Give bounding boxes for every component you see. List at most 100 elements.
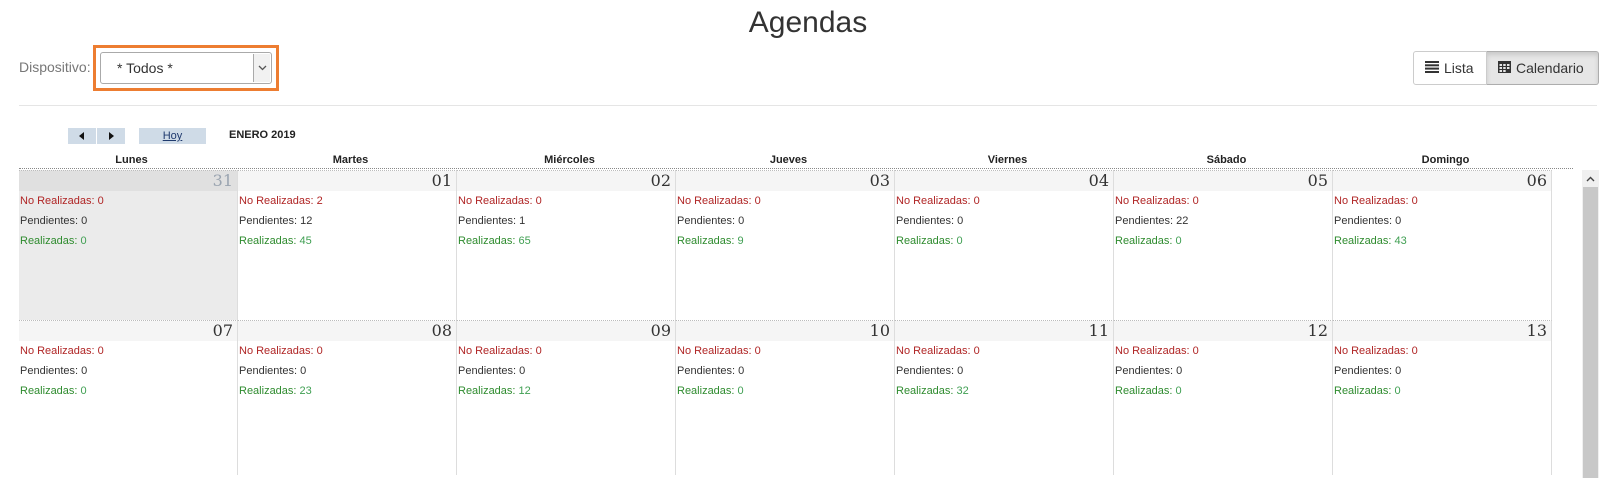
no-realizadas-label: No Realizadas:	[20, 345, 95, 357]
day-cell[interactable]: 11 No Realizadas: 0 Pendientes: 0 Realizadas:…	[895, 320, 1114, 475]
day-cell[interactable]: 05 No Realizadas: 0 Pendientes: 22 Realizadas…	[1114, 170, 1333, 325]
realizadas-stat[interactable]: Realizadas: 12	[457, 381, 675, 401]
realizadas-label: Realizadas:	[677, 235, 735, 247]
scrollbar-thumb[interactable]	[1583, 187, 1598, 478]
pendientes-stat[interactable]: Pendientes: 0	[895, 361, 1113, 381]
realizadas-stat[interactable]: Realizadas: 0	[1114, 231, 1332, 251]
today-button[interactable]: Hoy	[139, 128, 206, 144]
pendientes-label: Pendientes:	[20, 365, 79, 377]
day-number[interactable]: 06	[1333, 171, 1551, 191]
pendientes-stat[interactable]: Pendientes: 0	[676, 361, 894, 381]
pendientes-value: 12	[300, 215, 313, 227]
pendientes-label: Pendientes:	[896, 365, 955, 377]
day-number[interactable]: 05	[1114, 171, 1332, 191]
pendientes-stat[interactable]: Pendientes: 0	[19, 361, 237, 381]
pendientes-stat[interactable]: Pendientes: 0	[1333, 361, 1551, 381]
day-number[interactable]: 04	[895, 171, 1113, 191]
no-realizadas-stat[interactable]: No Realizadas: 0	[895, 341, 1113, 361]
day-cell[interactable]: 02 No Realizadas: 0 Pendientes: 1 Realizadas:…	[457, 170, 676, 325]
no-realizadas-label: No Realizadas:	[1334, 195, 1409, 207]
realizadas-value: 0	[956, 235, 963, 247]
no-realizadas-stat[interactable]: No Realizadas: 0	[1333, 341, 1551, 361]
pendientes-stat[interactable]: Pendientes: 0	[895, 211, 1113, 231]
pendientes-stat[interactable]: Pendientes: 0	[457, 361, 675, 381]
realizadas-value: 65	[518, 235, 531, 247]
calendar-icon	[1498, 60, 1511, 76]
no-realizadas-stat[interactable]: No Realizadas: 0	[895, 191, 1113, 211]
day-cell[interactable]: 31 No Realizadas: 0 Pendientes: 0 Realizadas:…	[19, 170, 238, 325]
day-number[interactable]: 02	[457, 171, 675, 191]
realizadas-value: 12	[518, 385, 531, 397]
calendar-week: 31 No Realizadas: 0 Pendientes: 0 Realizadas:…	[19, 170, 1573, 325]
realizadas-stat[interactable]: Realizadas: 0	[1114, 381, 1332, 401]
calendar-scrollbar[interactable]	[1582, 170, 1599, 478]
no-realizadas-stat[interactable]: No Realizadas: 0	[1114, 341, 1332, 361]
pendientes-stat[interactable]: Pendientes: 22	[1114, 211, 1332, 231]
no-realizadas-stat[interactable]: No Realizadas: 0	[19, 191, 237, 211]
day-cell[interactable]: 10 No Realizadas: 0 Pendientes: 0 Realizadas:…	[676, 320, 895, 475]
day-number[interactable]: 03	[676, 171, 894, 191]
no-realizadas-stat[interactable]: No Realizadas: 0	[676, 341, 894, 361]
realizadas-stat[interactable]: Realizadas: 43	[1333, 231, 1551, 251]
day-cell[interactable]: 13 No Realizadas: 0 Pendientes: 0 Realizadas:…	[1333, 320, 1552, 475]
realizadas-stat[interactable]: Realizadas: 23	[238, 381, 456, 401]
calendar-view-button[interactable]: Calendario	[1487, 51, 1599, 85]
pendientes-stat[interactable]: Pendientes: 0	[1333, 211, 1551, 231]
no-realizadas-stat[interactable]: No Realizadas: 2	[238, 191, 456, 211]
day-cell[interactable]: 08 No Realizadas: 0 Pendientes: 0 Realizadas:…	[238, 320, 457, 475]
day-cell[interactable]: 07 No Realizadas: 0 Pendientes: 0 Realizadas:…	[19, 320, 238, 475]
weekday-lunes: Lunes	[115, 154, 148, 166]
next-month-button[interactable]	[97, 128, 126, 144]
day-number[interactable]: 11	[895, 321, 1113, 341]
day-cell[interactable]: 06 No Realizadas: 0 Pendientes: 0 Realizadas:…	[1333, 170, 1552, 325]
realizadas-stat[interactable]: Realizadas: 0	[676, 381, 894, 401]
realizadas-label: Realizadas:	[896, 235, 954, 247]
list-view-button[interactable]: Lista	[1413, 51, 1487, 85]
realizadas-stat[interactable]: Realizadas: 9	[676, 231, 894, 251]
day-number[interactable]: 07	[19, 321, 237, 341]
realizadas-stat[interactable]: Realizadas: 65	[457, 231, 675, 251]
pendientes-stat[interactable]: Pendientes: 0	[1114, 361, 1332, 381]
pendientes-stat[interactable]: Pendientes: 0	[19, 211, 237, 231]
day-cell[interactable]: 01 No Realizadas: 2 Pendientes: 12 Realizadas…	[238, 170, 457, 325]
day-number[interactable]: 08	[238, 321, 456, 341]
realizadas-stat[interactable]: Realizadas: 0	[19, 381, 237, 401]
realizadas-label: Realizadas:	[1334, 385, 1392, 397]
day-number[interactable]: 09	[457, 321, 675, 341]
day-cell[interactable]: 12 No Realizadas: 0 Pendientes: 0 Realizadas:…	[1114, 320, 1333, 475]
pendientes-stat[interactable]: Pendientes: 0	[238, 361, 456, 381]
pendientes-stat[interactable]: Pendientes: 0	[676, 211, 894, 231]
realizadas-stat[interactable]: Realizadas: 0	[1333, 381, 1551, 401]
no-realizadas-stat[interactable]: No Realizadas: 0	[1114, 191, 1332, 211]
realizadas-stat[interactable]: Realizadas: 45	[238, 231, 456, 251]
no-realizadas-stat[interactable]: No Realizadas: 0	[19, 341, 237, 361]
pendientes-stat[interactable]: Pendientes: 12	[238, 211, 456, 231]
prev-month-button[interactable]	[68, 128, 97, 144]
realizadas-stat[interactable]: Realizadas: 32	[895, 381, 1113, 401]
day-cell[interactable]: 04 No Realizadas: 0 Pendientes: 0 Realizadas:…	[895, 170, 1114, 325]
day-number[interactable]: 13	[1333, 321, 1551, 341]
no-realizadas-stat[interactable]: No Realizadas: 0	[1333, 191, 1551, 211]
triangle-right-icon	[108, 127, 114, 145]
no-realizadas-value: 0	[973, 195, 980, 207]
no-realizadas-stat[interactable]: No Realizadas: 0	[238, 341, 456, 361]
no-realizadas-stat[interactable]: No Realizadas: 0	[457, 191, 675, 211]
realizadas-stat[interactable]: Realizadas: 0	[19, 231, 237, 251]
day-number[interactable]: 12	[1114, 321, 1332, 341]
realizadas-label: Realizadas:	[1115, 385, 1173, 397]
day-number[interactable]: 31	[19, 171, 237, 191]
chevron-down-icon[interactable]	[253, 54, 270, 82]
no-realizadas-stat[interactable]: No Realizadas: 0	[457, 341, 675, 361]
realizadas-value: 0	[1175, 385, 1182, 397]
day-number[interactable]: 01	[238, 171, 456, 191]
calendar-grid: 31 No Realizadas: 0 Pendientes: 0 Realizadas:…	[19, 170, 1573, 478]
realizadas-stat[interactable]: Realizadas: 0	[895, 231, 1113, 251]
day-number[interactable]: 10	[676, 321, 894, 341]
day-cell[interactable]: 03 No Realizadas: 0 Pendientes: 0 Realizadas:…	[676, 170, 895, 325]
scroll-up-icon[interactable]	[1582, 170, 1599, 187]
device-select[interactable]: * Todos *	[100, 52, 272, 84]
page-title: Agendas	[748, 6, 868, 39]
day-cell[interactable]: 09 No Realizadas: 0 Pendientes: 0 Realizadas:…	[457, 320, 676, 475]
no-realizadas-stat[interactable]: No Realizadas: 0	[676, 191, 894, 211]
pendientes-stat[interactable]: Pendientes: 1	[457, 211, 675, 231]
